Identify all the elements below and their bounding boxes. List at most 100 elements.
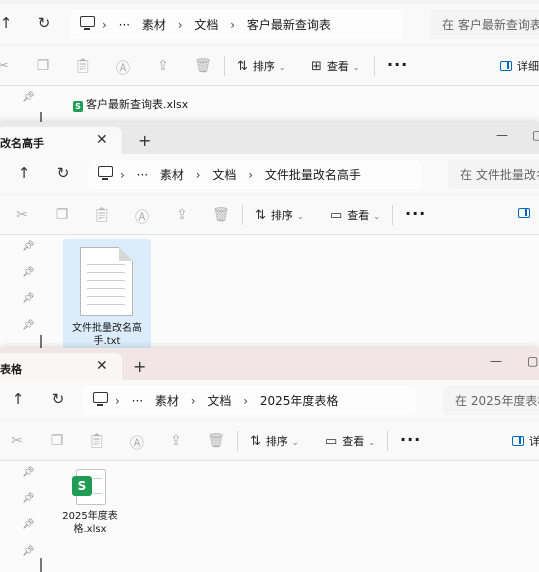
up-icon[interactable]: ↑ (0, 14, 16, 32)
up-icon[interactable]: ↑ (14, 164, 34, 182)
pane-divider[interactable] (40, 335, 42, 349)
sort-button[interactable]: ⇅ 排序 ⌄ (237, 58, 286, 74)
breadcrumb-item[interactable]: 文档 (212, 168, 236, 182)
breadcrumb-item[interactable]: 文件批量改名高手 (265, 168, 361, 182)
chevron-right-icon: › (195, 168, 201, 182)
search-input[interactable]: 在 客户最新查询表 (430, 10, 539, 39)
details-pane-icon (518, 208, 530, 218)
computer-icon (93, 392, 108, 406)
view-button[interactable]: ▭ 查看 ⌄ (330, 207, 380, 223)
pane-divider[interactable] (40, 558, 42, 572)
separator (224, 56, 225, 76)
rename-icon[interactable]: Ⓐ (114, 58, 132, 78)
view-icon: ▭ (325, 434, 338, 449)
cut-icon[interactable]: ✂ (13, 207, 31, 223)
breadcrumb: › ··· 素材 › 文档 › 文件批量改名高手 (120, 166, 369, 183)
share-icon[interactable]: ⇪ (167, 433, 185, 449)
delete-icon[interactable]: 🗑︎ (212, 207, 230, 223)
address-bar[interactable]: › ··· 素材 › 文档 › 客户最新查询表 (70, 10, 403, 39)
view-label: 查看 (326, 60, 349, 73)
separator (237, 431, 238, 451)
copy-icon[interactable]: ❐ (53, 207, 71, 223)
view-button[interactable]: ⊞ 查看 ⌄ (311, 58, 360, 74)
file-tile[interactable]: 文件批量改名高手.txt (63, 239, 151, 349)
details-button[interactable] (518, 207, 535, 220)
paste-icon[interactable]: 📋︎ (93, 207, 111, 223)
more-crumbs-icon[interactable]: ··· (137, 168, 148, 182)
maximize-icon[interactable]: ▢ (527, 354, 538, 368)
address-bar[interactable]: › ··· 素材 › 文档 › 2025年度表格 (83, 386, 416, 415)
copy-icon[interactable]: ❐ (48, 433, 66, 449)
refresh-icon[interactable]: ↻ (34, 14, 54, 32)
paste-icon[interactable]: 📋︎ (88, 433, 106, 449)
separator (374, 56, 375, 76)
new-tab-icon[interactable]: + (133, 357, 146, 376)
chevron-down-icon: ⌄ (368, 438, 375, 447)
more-options-icon[interactable]: ··· (387, 55, 408, 74)
breadcrumb-item[interactable]: 2025年度表格 (260, 394, 339, 408)
file-item[interactable]: S 客户最新查询表.xlsx (73, 96, 188, 112)
sort-icon: ⇅ (255, 208, 266, 223)
details-button[interactable]: 详 (512, 433, 539, 449)
close-tab-icon[interactable]: ✕ (96, 358, 108, 374)
breadcrumb-item[interactable]: 素材 (160, 168, 184, 182)
navigation-pane: 📌︎ (0, 86, 44, 126)
refresh-icon[interactable]: ↻ (48, 390, 68, 408)
rename-icon[interactable]: Ⓐ (128, 433, 146, 453)
share-icon[interactable]: ⇪ (154, 58, 172, 74)
view-label: 查看 (342, 435, 365, 448)
rename-icon[interactable]: Ⓐ (133, 207, 151, 227)
view-icon: ▭ (330, 208, 343, 223)
chevron-right-icon: › (243, 394, 249, 408)
file-tile[interactable]: S 2025年度表格.xlsx (60, 465, 120, 572)
breadcrumb-item[interactable]: 素材 (155, 394, 179, 408)
more-crumbs-icon[interactable]: ··· (132, 394, 143, 408)
sort-button[interactable]: ⇅ 排序 ⌄ (250, 433, 299, 449)
sort-button[interactable]: ⇅ 排序 ⌄ (255, 207, 304, 223)
content-area: 📌︎ S 客户最新查询表.xlsx (0, 86, 539, 126)
separator (392, 205, 393, 225)
more-options-icon[interactable]: ··· (400, 430, 421, 449)
breadcrumb: › ··· 素材 › 文档 › 客户最新查询表 (102, 16, 339, 33)
breadcrumb-item[interactable]: 客户最新查询表 (247, 18, 331, 32)
separator (242, 205, 243, 225)
minimize-icon[interactable]: — (490, 354, 502, 368)
up-icon[interactable]: ↑ (8, 390, 28, 408)
share-icon[interactable]: ⇪ (173, 207, 191, 223)
close-tab-icon[interactable]: ✕ (96, 132, 108, 148)
sort-label: 排序 (252, 60, 275, 73)
search-input[interactable]: 在 文件批量改名 (448, 160, 539, 189)
breadcrumb-item[interactable]: 文档 (194, 18, 218, 32)
pin-icon: 📌︎ (22, 493, 35, 504)
refresh-icon[interactable]: ↻ (53, 164, 73, 182)
breadcrumb-item[interactable]: 素材 (142, 18, 166, 32)
pin-icon: 📌︎ (22, 267, 35, 278)
minimize-icon[interactable]: — (496, 128, 508, 142)
computer-icon (98, 166, 113, 180)
content-area: 📌︎ 📌︎ 📌︎ 📌︎ S 2025年度表格.xlsx (0, 461, 539, 572)
cut-icon[interactable]: ✂ (0, 58, 12, 74)
delete-icon[interactable]: 🗑︎ (207, 433, 225, 449)
details-label: 详 (529, 435, 539, 448)
breadcrumb-item[interactable]: 文档 (207, 394, 231, 408)
excel-icon: S (72, 469, 106, 505)
search-input[interactable]: 在 2025年度表格 (443, 386, 539, 415)
details-button[interactable]: 详细 (500, 58, 539, 74)
more-options-icon[interactable]: ··· (405, 204, 426, 223)
paste-icon[interactable]: 📋︎ (74, 58, 92, 74)
cut-icon[interactable]: ✂ (8, 433, 26, 449)
copy-icon[interactable]: ❐ (34, 58, 52, 74)
chevron-down-icon: ⌄ (352, 63, 360, 72)
sort-icon: ⇅ (250, 434, 261, 449)
address-bar[interactable]: › ··· 素材 › 文档 › 文件批量改名高手 (88, 160, 421, 189)
computer-icon (80, 16, 95, 30)
new-tab-icon[interactable]: + (138, 131, 151, 150)
delete-icon[interactable]: 🗑︎ (194, 58, 212, 74)
more-crumbs-icon[interactable]: ··· (119, 18, 130, 32)
view-button[interactable]: ▭ 查看 ⌄ (325, 433, 375, 449)
chevron-right-icon: › (177, 18, 183, 32)
chevron-right-icon: › (115, 394, 120, 408)
pin-icon: 📌︎ (22, 546, 35, 557)
maximize-icon[interactable]: ▢ (532, 128, 539, 142)
title-bar: 改名高手 ✕ + — ▢ (0, 122, 539, 158)
